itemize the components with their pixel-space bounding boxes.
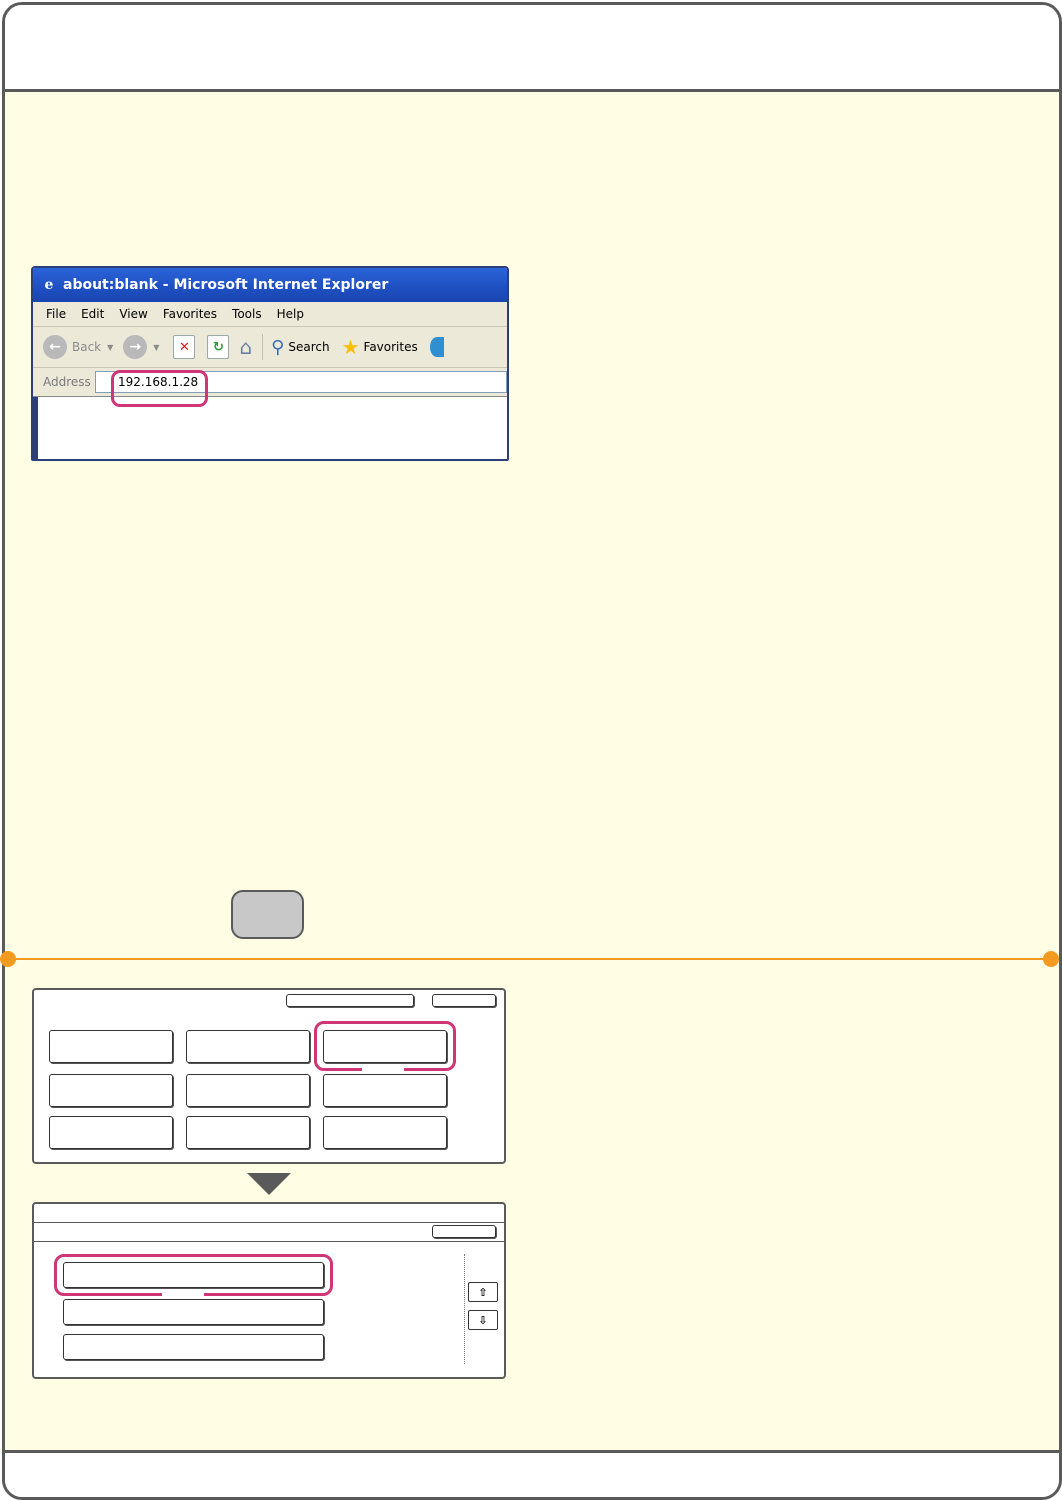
- list-item-3[interactable]: [63, 1334, 324, 1360]
- address-bar: Address 192.168.1.28: [33, 368, 507, 397]
- divider-right-dot: [1043, 951, 1059, 967]
- search-button-label[interactable]: Search: [288, 340, 329, 354]
- browser-window: e about:blank - Microsoft Internet Explo…: [31, 266, 509, 461]
- scroll-down-icon[interactable]: ⇩: [468, 1310, 498, 1330]
- menu-view[interactable]: View: [119, 307, 147, 321]
- back-button-label[interactable]: Back: [72, 340, 101, 354]
- list-item-2[interactable]: [63, 1299, 324, 1325]
- menu-key-6[interactable]: [323, 1074, 447, 1107]
- favorites-star-icon[interactable]: ★: [342, 335, 360, 359]
- address-label: Address: [43, 375, 91, 389]
- menu-key-8[interactable]: [186, 1116, 310, 1149]
- menu-tools[interactable]: Tools: [232, 307, 262, 321]
- forward-arrow-icon[interactable]: →: [123, 335, 148, 359]
- divider-left-dot: [0, 951, 16, 967]
- menu-file[interactable]: File: [46, 307, 66, 321]
- back-dropdown-icon[interactable]: ▼: [107, 343, 113, 352]
- panel-top-button-small[interactable]: [432, 994, 496, 1007]
- menu-key-1[interactable]: [49, 1030, 173, 1063]
- toolbar-separator: [262, 334, 264, 360]
- browser-toolbar: ← Back ▼ → ▼ ✕ ↻ ⌂ ⚲ Search ★ Favorites: [33, 327, 507, 368]
- stop-icon[interactable]: ✕: [173, 335, 196, 359]
- list-top-button[interactable]: [432, 1225, 496, 1238]
- browser-title-bar: e about:blank - Microsoft Internet Explo…: [33, 268, 507, 302]
- section-divider: [8, 958, 1052, 960]
- browser-title: about:blank - Microsoft Internet Explore…: [63, 277, 389, 293]
- menu-favorites[interactable]: Favorites: [163, 307, 217, 321]
- next-step-arrow-icon: [247, 1173, 291, 1195]
- home-icon[interactable]: ⌂: [239, 335, 252, 359]
- menu-key-4[interactable]: [49, 1074, 173, 1107]
- search-icon[interactable]: ⚲: [271, 337, 284, 358]
- refresh-icon[interactable]: ↻: [207, 335, 230, 359]
- list-header-bottom-line: [34, 1241, 504, 1242]
- list-item-highlight: [54, 1254, 333, 1296]
- footer-band: [5, 1450, 1059, 1497]
- menu-key-9[interactable]: [323, 1116, 447, 1149]
- ie-logo-icon: e: [44, 277, 54, 293]
- menu-help[interactable]: Help: [277, 307, 304, 321]
- menu-key-2[interactable]: [186, 1030, 310, 1063]
- media-globe-icon[interactable]: [429, 337, 444, 357]
- panel-top-button-wide[interactable]: [286, 994, 414, 1007]
- menu-edit[interactable]: Edit: [81, 307, 104, 321]
- scrollbar-track: [464, 1254, 466, 1364]
- back-arrow-icon[interactable]: ←: [43, 335, 67, 359]
- menu-key-5[interactable]: [186, 1074, 310, 1107]
- content-edge: [33, 397, 38, 459]
- menu-key-7[interactable]: [49, 1116, 173, 1149]
- list-header-line: [34, 1222, 504, 1223]
- gray-key-button[interactable]: [231, 890, 304, 939]
- forward-dropdown-icon[interactable]: ▼: [153, 343, 159, 352]
- scroll-up-icon[interactable]: ⇧: [468, 1282, 498, 1302]
- header-band: [5, 5, 1059, 92]
- browser-content: [33, 397, 507, 459]
- browser-menu-bar: File Edit View Favorites Tools Help: [33, 302, 507, 327]
- list-highlight-gap: [162, 1291, 204, 1297]
- address-highlight: [111, 370, 208, 407]
- menu-key-highlight: [314, 1021, 456, 1071]
- highlight-gap: [362, 1066, 404, 1072]
- favorites-button-label[interactable]: Favorites: [364, 340, 418, 354]
- touch-panel-menu: [32, 988, 506, 1164]
